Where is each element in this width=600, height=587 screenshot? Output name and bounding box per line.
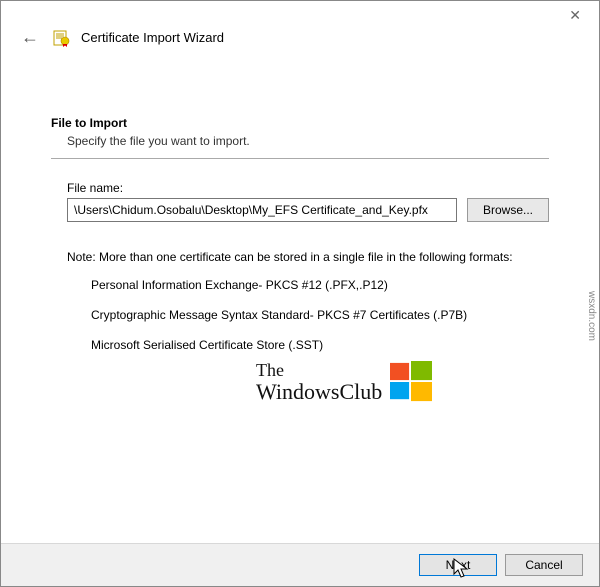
note-item: Personal Information Exchange- PKCS #12 … <box>91 278 549 292</box>
watermark-line2: WindowsClub <box>256 380 382 403</box>
file-name-label: File name: <box>67 181 549 195</box>
back-arrow-icon[interactable]: ← <box>17 25 43 50</box>
cancel-button[interactable]: Cancel <box>505 554 583 576</box>
section-title: File to Import <box>51 116 549 130</box>
certificate-icon <box>53 29 71 47</box>
side-credit: wsxdn.com <box>586 291 597 341</box>
note-item: Microsoft Serialised Certificate Store (… <box>91 338 549 352</box>
note-item: Cryptographic Message Syntax Standard- P… <box>91 308 549 322</box>
file-name-input[interactable] <box>67 198 457 222</box>
divider <box>51 158 549 159</box>
browse-button[interactable]: Browse... <box>467 198 549 222</box>
wizard-title: Certificate Import Wizard <box>81 30 224 45</box>
section-subtitle: Specify the file you want to import. <box>67 134 549 148</box>
next-button[interactable]: Next <box>419 554 497 576</box>
close-icon[interactable]: ✕ <box>561 4 589 27</box>
note-lead: Note: More than one certificate can be s… <box>67 250 549 264</box>
